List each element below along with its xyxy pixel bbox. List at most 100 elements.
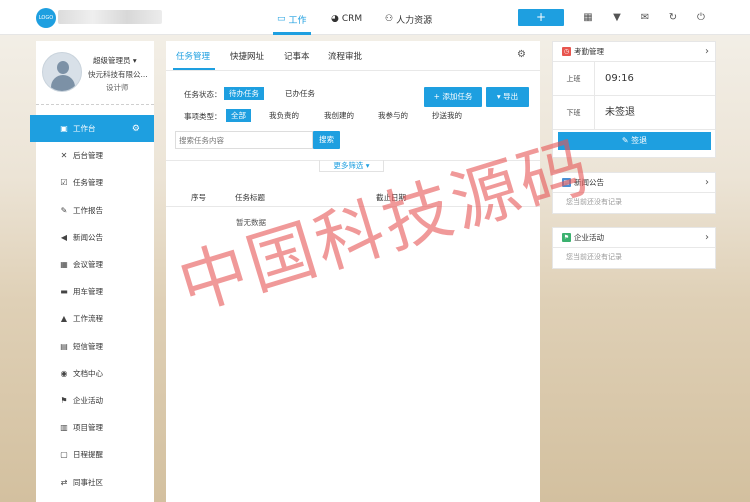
- clock-out-row: 下班 未签退: [553, 96, 715, 130]
- checkbox-icon: ☑: [60, 178, 68, 188]
- users-icon: ⚇: [385, 14, 394, 24]
- sidebar-item-label: 同事社区: [73, 477, 103, 487]
- chevron-right-icon[interactable]: ›: [705, 46, 709, 57]
- flag-icon: ⚑: [562, 233, 571, 242]
- sidebar-item-label: 工作流程: [73, 314, 103, 324]
- tab-task-management[interactable]: 任务管理: [176, 50, 210, 62]
- car-icon: ▬: [60, 287, 68, 297]
- col-deadline: 截止日期: [376, 193, 406, 202]
- quick-add-button[interactable]: +: [518, 9, 564, 26]
- tab-notepad[interactable]: 记事本: [284, 50, 310, 62]
- status-pending[interactable]: 待办任务: [224, 87, 264, 100]
- sidebar-item-10[interactable]: ⚑ 企业活动: [36, 387, 154, 414]
- news-empty: 您当前还没有记录: [566, 198, 622, 206]
- sidebar-item-label: 文档中心: [73, 368, 103, 378]
- shirt-icon[interactable]: ▼: [611, 12, 623, 24]
- sidebar-item-7[interactable]: ▲ 工作流程: [36, 305, 154, 332]
- clock-out-label: 下班: [553, 96, 595, 130]
- power-icon[interactable]: ⏻: [695, 12, 707, 24]
- user-name-dropdown[interactable]: 超级管理员 ▾: [93, 55, 137, 66]
- sidebar-item-1[interactable]: ✕ 后台管理: [36, 142, 154, 169]
- sidebar: 超级管理员 ▾ 快元科技有限公... 设计师 ▣ 工作台 ⚙ ✕ 后台管理 ☑ 任务管理 ✎ 工…: [30, 41, 154, 502]
- briefcase-icon: ▭: [277, 14, 286, 24]
- gear-icon[interactable]: ⚙: [132, 124, 140, 134]
- sidebar-item-5[interactable]: ▦ 会议管理: [36, 251, 154, 278]
- avatar-body: [51, 75, 75, 91]
- sidebar-item-label: 新闻公告: [73, 232, 103, 242]
- status-done[interactable]: 已办任务: [280, 87, 320, 100]
- calendar-icon: ▢: [60, 450, 68, 460]
- attendance-header[interactable]: ◷ 考勤管理 ›: [553, 42, 715, 62]
- profile-divider: [36, 104, 154, 105]
- user-title: 设计师: [106, 83, 129, 92]
- add-task-button[interactable]: + 添加任务: [424, 87, 482, 107]
- sidebar-item-9[interactable]: ◉ 文档中心: [36, 360, 154, 387]
- nav-hr[interactable]: ⚇ 人力资源: [385, 12, 432, 26]
- refresh-icon[interactable]: ↻: [667, 12, 679, 24]
- flow-icon: ▲: [60, 314, 68, 324]
- sidebar-item-label: 企业活动: [73, 395, 103, 405]
- task-table-header: 序号 任务标题 截止日期: [166, 185, 540, 207]
- top-bar: LOGO ▭ 工作 ◕ CRM ⚇ 人力资源 + ▦ ▼ ✉ ↻ ⏻: [0, 0, 750, 35]
- chevron-right-icon[interactable]: ›: [705, 232, 709, 243]
- export-button[interactable]: ▾ 导出: [486, 87, 529, 107]
- sidebar-item-8[interactable]: ▤ 短信管理: [36, 333, 154, 360]
- tab-approval[interactable]: 流程审批: [328, 50, 362, 62]
- type-cc[interactable]: 抄送我的: [427, 109, 467, 122]
- more-filter-toggle[interactable]: 更多筛选 ▾: [319, 160, 384, 172]
- brand-name-blurred: [58, 10, 162, 24]
- sidebar-item-label: 会议管理: [73, 260, 103, 270]
- avatar-head: [57, 61, 69, 74]
- sign-out-button[interactable]: ✎ 签退: [558, 132, 711, 150]
- type-created[interactable]: 我创建的: [319, 109, 359, 122]
- user-profile: 超级管理员 ▾ 快元科技有限公... 设计师: [36, 41, 154, 105]
- sidebar-item-2[interactable]: ☑ 任务管理: [36, 169, 154, 196]
- activity-header[interactable]: ⚑ 企业活动 ›: [553, 228, 715, 248]
- chat-icon: ⇄: [60, 477, 68, 487]
- type-label: 事项类型：: [184, 112, 222, 121]
- message-icon: ▤: [60, 341, 68, 351]
- sidebar-item-13[interactable]: ⇄ 同事社区: [36, 468, 154, 495]
- nav-work[interactable]: ▭ 工作: [277, 12, 307, 26]
- globe-icon: ◉: [60, 368, 68, 378]
- empty-state: 暂无数据: [236, 218, 266, 227]
- wrench-icon: ✕: [60, 151, 68, 161]
- sidebar-item-12[interactable]: ▢ 日程提醒: [36, 441, 154, 468]
- bullhorn-icon: ◀: [60, 232, 68, 242]
- avatar[interactable]: [42, 52, 82, 92]
- activity-empty: 您当前还没有记录: [566, 253, 622, 261]
- sidebar-item-6[interactable]: ▬ 用车管理: [36, 278, 154, 305]
- col-index: 序号: [191, 193, 206, 202]
- pie-chart-icon: ◕: [331, 14, 339, 24]
- type-responsible[interactable]: 我负责的: [264, 109, 304, 122]
- sidebar-item-label: 工作报告: [73, 205, 103, 215]
- edit-icon: ✎: [60, 205, 68, 215]
- type-all[interactable]: 全部: [226, 109, 251, 122]
- clock-in-row: 上班 09:16: [553, 62, 715, 96]
- sidebar-item-4[interactable]: ◀ 新闻公告: [36, 224, 154, 251]
- search-button[interactable]: 搜索: [313, 131, 340, 149]
- type-participating[interactable]: 我参与的: [373, 109, 413, 122]
- logo[interactable]: LOGO: [36, 8, 56, 28]
- sidebar-item-0[interactable]: ▣ 工作台 ⚙: [30, 115, 154, 143]
- news-header[interactable]: ▤ 新闻公告 ›: [553, 173, 715, 193]
- project-icon: ▥: [60, 423, 68, 433]
- mail-icon[interactable]: ✉: [639, 12, 651, 24]
- sitemap-icon: ▦: [60, 260, 68, 270]
- sidebar-item-label: 任务管理: [73, 178, 103, 188]
- tab-quick-links[interactable]: 快捷网址: [230, 50, 264, 62]
- sidebar-item-label: 后台管理: [73, 151, 103, 161]
- task-search-input[interactable]: [175, 131, 313, 149]
- status-label: 任务状态：: [184, 90, 222, 99]
- task-panel: 任务管理 快捷网址 记事本 流程审批 ⚙ 任务状态： 待办任务 已办任务 + 添…: [166, 41, 540, 502]
- grid-icon[interactable]: ▦: [582, 12, 594, 24]
- sidebar-item-3[interactable]: ✎ 工作报告: [36, 197, 154, 224]
- chevron-right-icon[interactable]: ›: [705, 177, 709, 188]
- nav-crm[interactable]: ◕ CRM: [331, 12, 362, 26]
- attendance-card: ◷ 考勤管理 › 上班 09:16 下班 未签退 ✎ 签退: [552, 41, 716, 158]
- clock-in-label: 上班: [553, 62, 595, 96]
- newspaper-icon: ▤: [562, 178, 571, 187]
- gear-icon[interactable]: ⚙: [517, 49, 526, 60]
- sidebar-item-label: 用车管理: [73, 287, 103, 297]
- sidebar-item-11[interactable]: ▥ 项目管理: [36, 414, 154, 441]
